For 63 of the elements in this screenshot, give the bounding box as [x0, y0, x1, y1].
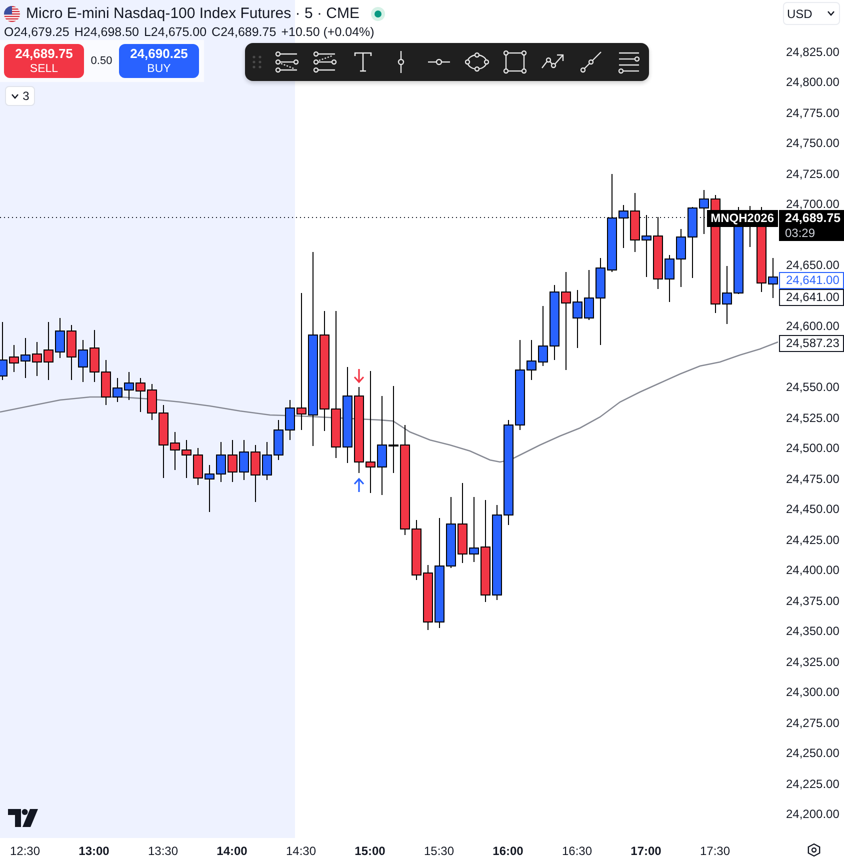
price-axis-label: 24,200.00 [786, 808, 840, 820]
price-axis-label: 24,475.00 [786, 472, 840, 485]
symbol-title: Micro E-mini Nasdaq-100 Index Futures · 5 · CME [26, 5, 360, 22]
up-arrow-icon [354, 478, 364, 492]
price-axis-label: 24,250.00 [786, 747, 840, 760]
price-label: 24,587.23 [779, 335, 844, 352]
price-axis-label: 24,775.00 [786, 106, 840, 119]
bar-countdown: 03:29 [785, 226, 816, 240]
time-axis-label: 16:30 [560, 844, 594, 858]
indicators-toggle[interactable]: 3 [5, 86, 35, 106]
level-lines-icon[interactable] [275, 50, 299, 74]
price-axis-label: 24,450.00 [786, 503, 840, 516]
price-axis-label: 24,350.00 [786, 625, 840, 638]
time-axis-label: 17:30 [698, 844, 732, 858]
price-axis-label: 24,425.00 [786, 534, 840, 546]
down-arrow-icon [354, 369, 364, 384]
time-axis-label: 13:00 [78, 844, 110, 858]
time-axis-label: 15:00 [354, 844, 386, 858]
sell-button[interactable]: 24,689.75 SELL [4, 44, 84, 78]
price-axis-label: 24,725.00 [786, 168, 840, 180]
price-axis-label: 24,550.00 [786, 381, 840, 394]
drag-handle-icon[interactable] [252, 55, 262, 69]
currency-dropdown[interactable]: USD [783, 2, 840, 25]
time-axis-label: 15:30 [422, 844, 456, 858]
last-price-value: 24,689.75 [785, 211, 842, 226]
price-axis-label: 24,700.00 [786, 198, 840, 210]
time-axis-label: 16:00 [492, 844, 524, 858]
ellipse-icon[interactable] [465, 50, 489, 74]
price-axis-label: 24,325.00 [786, 656, 840, 668]
price-axis-label: 24,225.00 [786, 778, 840, 790]
horizontal-lines-icon[interactable] [617, 50, 641, 74]
ohlc-value: O24,679.25 [4, 24, 70, 40]
ohlc-value: +10.50 (+0.04%) [281, 24, 374, 40]
price-axis-label: 24,750.00 [786, 137, 840, 150]
time-axis-label: 14:30 [284, 844, 318, 858]
price-axis-label: 24,375.00 [786, 594, 840, 607]
price-label: 24,641.00 [779, 289, 844, 306]
symbol-tag: MNQH2026 [706, 210, 778, 227]
slanted-levels-icon[interactable] [313, 50, 337, 74]
time-axis-label: 17:00 [630, 844, 662, 858]
price-axis-label: 24,525.00 [786, 412, 840, 424]
price-axis-label: 24,825.00 [786, 46, 840, 58]
time-axis-label: 13:30 [146, 844, 180, 858]
time-axis-label: 14:00 [216, 844, 248, 858]
settings-icon[interactable] [807, 843, 821, 857]
price-axis-label: 24,400.00 [786, 564, 840, 576]
ohlc-value: L24,675.00 [144, 24, 207, 40]
logo-icon [8, 809, 38, 827]
price-axis-label: 24,800.00 [786, 76, 840, 88]
price-axis-label: 24,600.00 [786, 320, 840, 332]
rectangle-icon[interactable] [503, 50, 527, 74]
spread-value: 0.50 [90, 55, 114, 67]
price-axis-label: 24,500.00 [786, 442, 840, 454]
ohlc-value: C24,689.75 [212, 24, 276, 40]
buy-button[interactable]: 24,690.25 BUY [119, 44, 199, 78]
price-axis-label: 24,650.00 [786, 259, 840, 272]
price-label: 24,641.00 [779, 272, 844, 289]
price-axis-label: 24,300.00 [786, 686, 840, 698]
line-segment-icon[interactable] [579, 50, 603, 74]
ohlc-value: H24,698.50 [74, 24, 139, 40]
chevron-down-icon [827, 11, 835, 16]
price-axis-label: 24,275.00 [786, 716, 840, 729]
time-axis-label: 12:30 [8, 844, 42, 858]
